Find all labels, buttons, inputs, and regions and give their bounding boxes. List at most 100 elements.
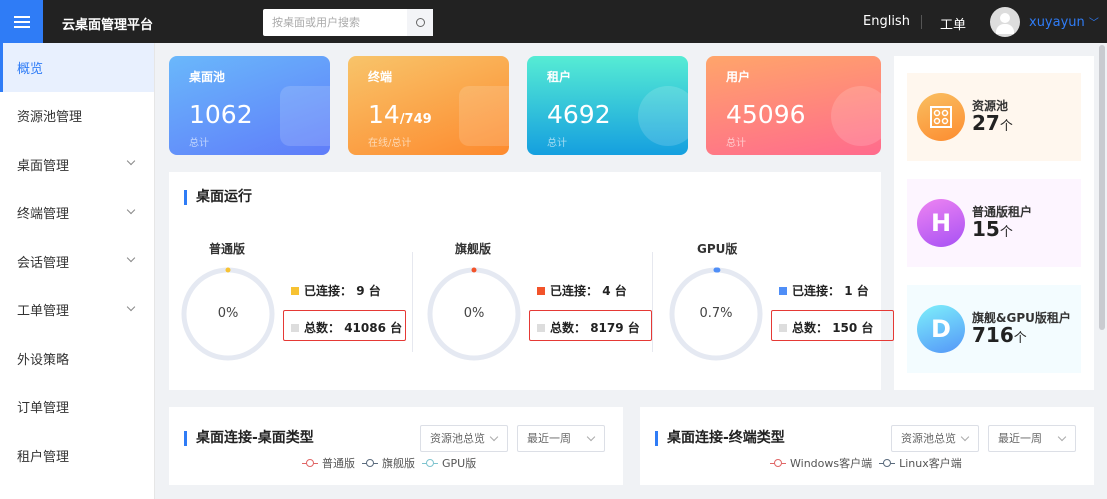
search-box[interactable]: 按桌面或用户搜索: [263, 9, 433, 36]
horizontal-scrollbar[interactable]: [155, 485, 1107, 499]
connected-legend: 已连接： 9 台: [291, 282, 381, 299]
tenant-icon: [638, 86, 688, 146]
chevron-down-icon: [126, 302, 136, 311]
monitor-icon: [459, 86, 509, 146]
time-range-select[interactable]: 最近一周: [988, 425, 1076, 452]
card-title: 桌面池: [189, 70, 226, 84]
total-legend: 总数： 150 台: [779, 319, 873, 336]
legend-square-icon: [779, 286, 787, 295]
legend-item[interactable]: Linux客户端: [879, 455, 962, 471]
stat-flagship-gpu-tenants: D 旗舰&GPU版租户 716个: [907, 285, 1081, 373]
sidebar-item-label: 资源池管理: [17, 110, 83, 126]
desktop-type-connection-panel: 桌面连接-桌面类型 资源池总览 最近一周 普通版 旗舰版 GPU版: [169, 407, 623, 487]
card-value: 4692: [547, 100, 611, 129]
sidebar-item-terminal[interactable]: 终端管理: [0, 189, 154, 238]
resource-pool-select[interactable]: 资源池总览: [891, 425, 979, 452]
sidebar-item-session[interactable]: 会话管理: [0, 237, 154, 286]
tenant-card[interactable]: 租户 4692 总计: [527, 56, 688, 155]
chart-legend: Windows客户端 Linux客户端: [770, 455, 962, 471]
legend-square-icon: [537, 286, 545, 295]
sidebar-item-tenants[interactable]: 租户管理: [0, 431, 154, 480]
chevron-down-icon: [126, 253, 136, 263]
sidebar-item-label: 会话管理: [17, 255, 70, 271]
desktop-pool-card[interactable]: 桌面池 1062 总计: [169, 56, 330, 155]
divider: [921, 15, 922, 29]
app-title: 云桌面管理平台: [62, 18, 154, 33]
stat-resource-pool: 资源池 27个: [907, 73, 1081, 161]
user-menu[interactable]: xuyayun ﹀: [1029, 14, 1099, 30]
sidebar-item-desktop[interactable]: 桌面管理: [0, 140, 154, 189]
gauge-percent: 0%: [463, 306, 485, 321]
sidebar-item-label: 订单管理: [17, 401, 70, 417]
panel-title: 桌面连接-桌面类型: [184, 431, 314, 446]
legend-marker-icon: [422, 459, 438, 467]
card-subtitle: 总计: [726, 138, 746, 149]
h-letter-icon: H: [917, 199, 965, 247]
legend-marker-icon: [879, 459, 896, 467]
legend-square-icon: [291, 286, 299, 295]
legend-item[interactable]: Windows客户端: [770, 455, 872, 471]
card-subtitle: 总计: [189, 138, 209, 149]
user-icon: [831, 86, 881, 146]
desktop-pool-icon: [280, 86, 330, 146]
terminal-card[interactable]: 终端 14/749 在线/总计: [348, 56, 509, 155]
sidebar-item-peripheral-policy[interactable]: 外设策略: [0, 334, 154, 383]
vertical-scrollbar[interactable]: [1099, 45, 1105, 330]
search-input[interactable]: 按桌面或用户搜索: [263, 9, 407, 36]
sidebar-item-label: 概览: [17, 61, 44, 77]
hamburger-icon: [13, 20, 30, 23]
panel-title: 桌面运行: [184, 190, 252, 205]
total-legend: 总数： 8179 台: [537, 319, 640, 336]
sidebar-item-orders[interactable]: 订单管理: [0, 383, 154, 432]
legend-item[interactable]: 普通版: [302, 455, 355, 471]
username: xuyayun: [1029, 15, 1085, 30]
card-value: 1062: [189, 100, 253, 129]
ticket-link[interactable]: 工单: [940, 14, 966, 33]
sidebar-item-label: 租户管理: [17, 449, 70, 465]
chevron-down-icon: ﹀: [1088, 18, 1099, 29]
stat-count: 716个: [972, 323, 1027, 347]
resource-pool-icon: [917, 93, 965, 141]
card-subtitle: 总计: [547, 138, 567, 149]
sidebar-item-overview[interactable]: 概览: [0, 43, 154, 92]
sidebar-item-label: 外设策略: [17, 352, 70, 368]
chevron-down-icon: [126, 205, 136, 214]
connected-legend: 已连接： 1 台: [779, 282, 869, 299]
panel-title: 桌面连接-终端类型: [655, 431, 785, 446]
legend-item[interactable]: GPU版: [422, 455, 476, 471]
divider: [652, 252, 653, 352]
gauge-percent: 0%: [217, 306, 239, 321]
d-letter-icon: D: [917, 305, 965, 353]
card-value: 45096: [726, 100, 806, 129]
legend-marker-icon: [362, 459, 378, 467]
sidebar-item-ticket[interactable]: 工单管理: [0, 286, 154, 335]
card-subtitle: 在线/总计: [368, 138, 412, 149]
gauge-title: GPU版: [697, 242, 738, 256]
legend-square-icon: [537, 323, 545, 332]
card-title: 租户: [547, 70, 572, 84]
resource-pool-select[interactable]: 资源池总览: [420, 425, 508, 452]
sidebar-item-label: 终端管理: [17, 207, 70, 223]
user-card[interactable]: 用户 45096 总计: [706, 56, 881, 155]
avatar[interactable]: [990, 7, 1020, 37]
stat-count: 27个: [972, 111, 1013, 135]
search-icon: [415, 18, 425, 27]
terminal-type-connection-panel: 桌面连接-终端类型 资源池总览 最近一周 Windows客户端 Linux客户端: [640, 407, 1094, 487]
legend-marker-icon: [770, 459, 786, 467]
search-button[interactable]: [407, 9, 433, 36]
chevron-down-icon: [126, 156, 136, 166]
card-value: 14/749: [368, 100, 432, 129]
total-legend: 总数： 41086 台: [291, 319, 402, 336]
time-range-select[interactable]: 最近一周: [517, 425, 605, 452]
legend-square-icon: [291, 323, 299, 332]
menu-toggle-button[interactable]: [0, 0, 43, 43]
language-switch[interactable]: English: [863, 14, 910, 29]
legend-item[interactable]: 旗舰版: [362, 455, 415, 471]
desktop-run-panel: 桌面运行 普通版 0% 已连接： 9 台 总数： 41086 台 旗舰版 0% 已…: [169, 172, 894, 390]
stat-count: 15个: [972, 217, 1013, 241]
stat-standard-tenants: H 普通版租户 15个: [907, 179, 1081, 267]
sidebar-item-resource-pool[interactable]: 资源池管理: [0, 92, 154, 141]
gauge-title: 普通版: [209, 242, 246, 256]
legend-marker-icon: [302, 459, 318, 467]
gauge-percent: 0.7%: [699, 306, 733, 321]
